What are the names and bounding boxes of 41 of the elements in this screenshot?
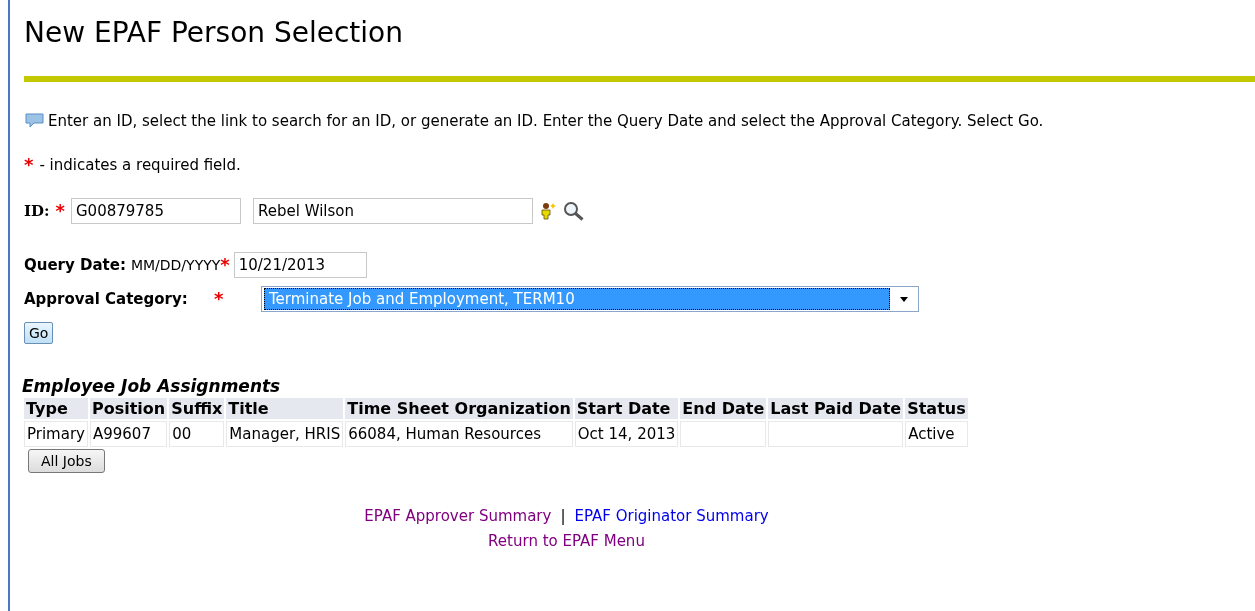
person-icon[interactable]	[539, 202, 557, 220]
all-jobs-button[interactable]: All Jobs	[28, 449, 105, 473]
approval-category-label: Approval Category:	[24, 290, 189, 308]
id-input[interactable]: G00879785	[71, 198, 241, 224]
menu-link[interactable]: Return to EPAF Menu	[488, 532, 645, 550]
required-note: - indicates a required field.	[39, 156, 241, 174]
column-header: Last Paid Date	[768, 398, 904, 419]
column-header: Position	[89, 398, 168, 419]
table-cell: 00	[169, 421, 225, 447]
query-date-label: Query Date:	[24, 256, 126, 274]
column-header: Title	[226, 398, 344, 419]
id-label: ID:	[24, 202, 50, 220]
required-asterisk: *	[24, 156, 34, 174]
page-title: New EPAF Person Selection	[24, 15, 404, 51]
table-cell: Primary	[24, 421, 88, 447]
summary-link[interactable]: EPAF Approver Summary	[364, 507, 552, 525]
speech-bubble-icon	[25, 113, 44, 129]
required-asterisk: *	[214, 290, 225, 308]
table-cell: Oct 14, 2013	[574, 421, 679, 447]
column-header: Type	[24, 398, 88, 419]
table-cell: Active	[905, 421, 968, 447]
column-header: End Date	[680, 398, 767, 419]
dropdown-arrow-icon	[900, 296, 908, 302]
table-cell: Manager, HRIS	[226, 421, 344, 447]
link-separator: |	[560, 507, 566, 525]
date-format-hint: MM/DD/YYYY	[130, 257, 221, 273]
column-header: Start Date	[574, 398, 679, 419]
column-header: Time Sheet Organization	[345, 398, 573, 419]
required-asterisk: *	[55, 202, 65, 220]
column-header: Suffix	[169, 398, 225, 419]
summary-link[interactable]: EPAF Originator Summary	[574, 507, 769, 525]
name-input[interactable]: Rebel Wilson	[253, 198, 533, 224]
table-cell: 66084, Human Resources	[345, 421, 573, 447]
section-title: Employee Job Assignments	[22, 376, 282, 396]
table-cell: A99607	[89, 421, 168, 447]
search-icon[interactable]	[563, 201, 585, 221]
instruction-text: Enter an ID, select the link to search for an ID, or generate an ID. Enter the Query Date and select the Approval Category. Select Go.	[48, 112, 1044, 130]
required-asterisk: *	[220, 256, 230, 274]
column-header: Status	[905, 398, 968, 419]
go-button[interactable]: Go	[24, 322, 54, 344]
query-date-input[interactable]: 10/21/2013	[233, 252, 367, 278]
